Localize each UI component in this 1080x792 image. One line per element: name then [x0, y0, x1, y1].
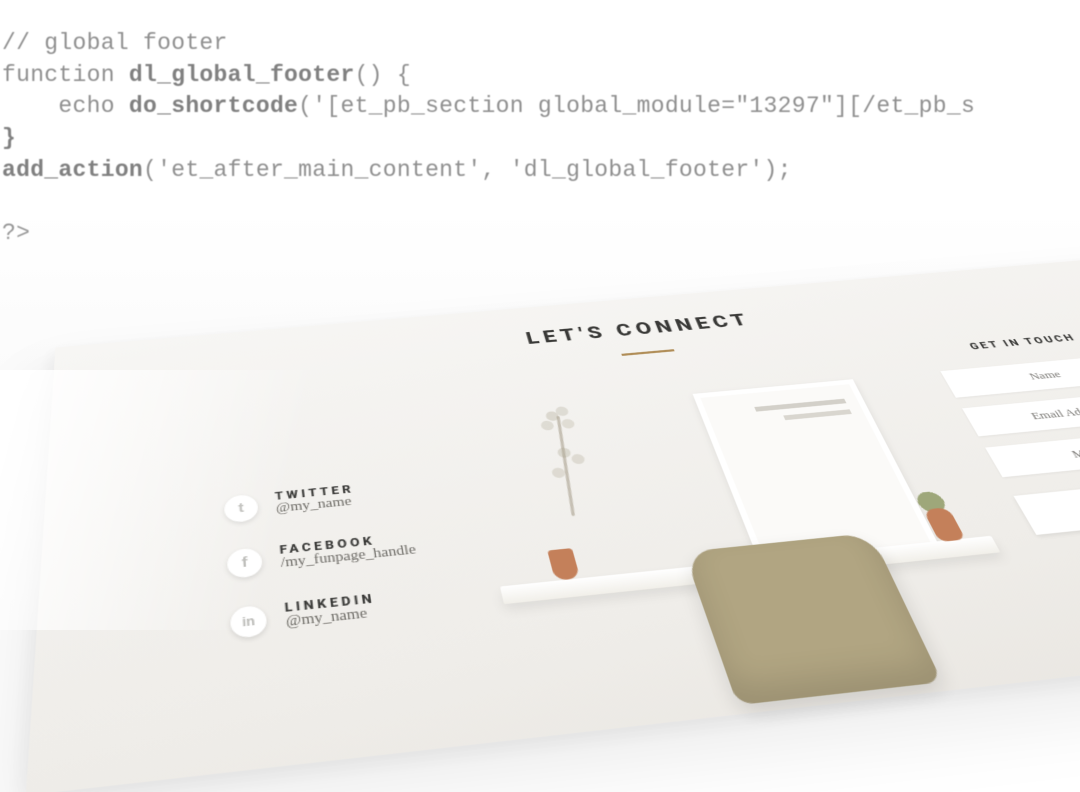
twitter-icon: t — [224, 494, 259, 524]
code-line-2-tail: () { — [355, 62, 411, 88]
code-line-6: ?> — [2, 220, 30, 246]
code-line-1: // global footer — [2, 30, 228, 56]
code-line-4: } — [2, 125, 16, 151]
frame-text-line — [754, 399, 846, 412]
footer-card: LET'S CONNECT t TWITTER @my_name f FACEB… — [26, 254, 1080, 792]
form-title: GET IN TOUCH — [925, 329, 1080, 356]
code-line-5-tail: ('et_after_main_content', 'dl_global_foo… — [143, 157, 792, 183]
plant-branch — [556, 416, 575, 516]
email-field[interactable]: Email Address — [962, 390, 1080, 437]
footer-preview-stage: LET'S CONNECT t TWITTER @my_name f FACEB… — [0, 250, 1080, 730]
headline-underline — [621, 349, 674, 356]
code-line-2-fn: dl_global_footer — [129, 62, 355, 88]
code-line-3-tail: ('[et_pb_section global_module="13297"][… — [298, 93, 975, 119]
social-item-linkedin[interactable]: in LINKEDIN @my_name — [230, 587, 428, 637]
code-line-2-kw: function — [2, 62, 129, 88]
name-field[interactable]: Name — [940, 354, 1080, 398]
code-line-3-echo: echo — [2, 93, 129, 119]
clay-object — [547, 548, 580, 581]
facebook-icon: f — [227, 547, 264, 579]
linkedin-icon: in — [230, 605, 268, 639]
code-snippet: // global footer function dl_global_foot… — [2, 28, 1080, 250]
code-line-5-fn: add_action — [2, 157, 143, 183]
code-line-3-fn: do_shortcode — [129, 93, 298, 119]
message-field[interactable]: Message — [985, 428, 1080, 477]
frame-text-line — [783, 409, 852, 420]
hero-scene — [470, 368, 1029, 680]
social-item-facebook[interactable]: f FACEBOOK /my_funpage_handle — [226, 530, 417, 577]
footer-headline: LET'S CONNECT — [53, 273, 1080, 390]
social-list: t TWITTER @my_name f FACEBOOK /my_funpag… — [224, 478, 433, 668]
social-item-twitter[interactable]: t TWITTER @my_name — [224, 478, 408, 521]
submit-button[interactable] — [1014, 475, 1080, 535]
